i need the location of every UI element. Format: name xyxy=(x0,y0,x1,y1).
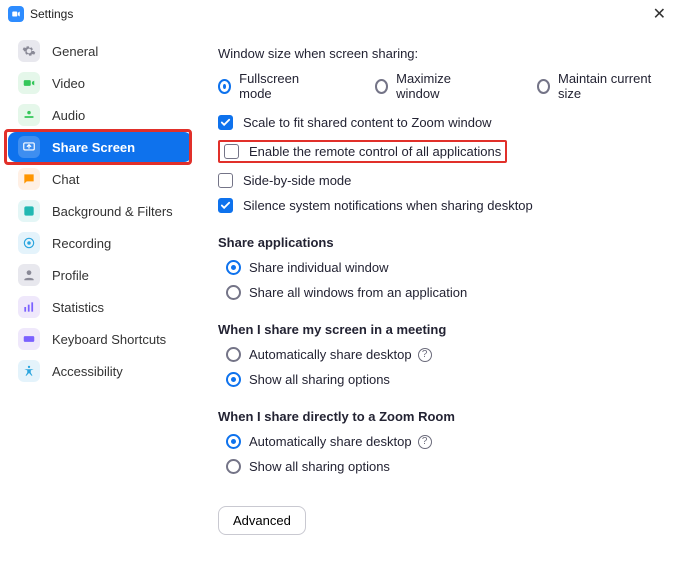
radio-label: Fullscreen mode xyxy=(239,71,319,101)
radio-label: Maximize window xyxy=(396,71,481,101)
window-size-label: Window size when screen sharing: xyxy=(218,46,658,61)
settings-sidebar: General Video Audio Share Screen Chat Ba… xyxy=(0,28,200,562)
sidebar-item-label: Background & Filters xyxy=(52,204,173,219)
radio-icon xyxy=(226,347,241,362)
gear-icon xyxy=(18,40,40,62)
help-icon[interactable]: ? xyxy=(418,348,432,362)
sidebar-item-label: Share Screen xyxy=(52,140,135,155)
radio-meeting-auto-share[interactable]: Automatically share desktop xyxy=(226,347,412,362)
highlight-remote-control-option: Enable the remote control of all applica… xyxy=(218,140,507,163)
radio-zoomroom-show-all[interactable]: Show all sharing options xyxy=(226,459,390,474)
sidebar-item-label: General xyxy=(52,44,98,59)
sidebar-item-label: Accessibility xyxy=(52,364,123,379)
checkbox-icon xyxy=(218,115,233,130)
radio-icon xyxy=(226,260,241,275)
close-icon[interactable]: ✕ xyxy=(647,2,672,26)
sidebar-item-label: Recording xyxy=(52,236,111,251)
share-screen-icon xyxy=(18,136,40,158)
sidebar-item-audio[interactable]: Audio xyxy=(8,100,192,130)
app-icon xyxy=(8,6,24,22)
checkbox-icon xyxy=(218,173,233,188)
checkbox-label: Silence system notifications when sharin… xyxy=(243,198,533,213)
advanced-button[interactable]: Advanced xyxy=(218,506,306,535)
radio-icon xyxy=(218,79,231,94)
video-icon xyxy=(18,72,40,94)
checkbox-label: Scale to fit shared content to Zoom wind… xyxy=(243,115,492,130)
recording-icon xyxy=(18,232,40,254)
checkbox-icon xyxy=(218,198,233,213)
sidebar-item-label: Video xyxy=(52,76,85,91)
sidebar-item-general[interactable]: General xyxy=(8,36,192,66)
checkbox-scale-to-fit[interactable]: Scale to fit shared content to Zoom wind… xyxy=(218,115,492,130)
radio-share-individual-window[interactable]: Share individual window xyxy=(226,260,388,275)
radio-icon xyxy=(226,434,241,449)
sidebar-item-accessibility[interactable]: Accessibility xyxy=(8,356,192,386)
sidebar-item-label: Profile xyxy=(52,268,89,283)
radio-share-all-windows[interactable]: Share all windows from an application xyxy=(226,285,467,300)
radio-fullscreen-mode[interactable]: Fullscreen mode xyxy=(218,71,319,101)
radio-maximize-window[interactable]: Maximize window xyxy=(375,71,481,101)
statistics-icon xyxy=(18,296,40,318)
sidebar-item-share-screen[interactable]: Share Screen xyxy=(8,132,192,162)
sidebar-item-video[interactable]: Video xyxy=(8,68,192,98)
radio-icon xyxy=(226,285,241,300)
radio-icon xyxy=(375,79,388,94)
sidebar-item-chat[interactable]: Chat xyxy=(8,164,192,194)
checkbox-silence-notifications[interactable]: Silence system notifications when sharin… xyxy=(218,198,533,213)
checkbox-icon xyxy=(224,144,239,159)
radio-label: Show all sharing options xyxy=(249,459,390,474)
sidebar-item-keyboard-shortcuts[interactable]: Keyboard Shortcuts xyxy=(8,324,192,354)
settings-panel-share-screen: Window size when screen sharing: Fullscr… xyxy=(200,28,680,562)
radio-icon xyxy=(226,372,241,387)
chat-icon xyxy=(18,168,40,190)
sidebar-item-label: Keyboard Shortcuts xyxy=(52,332,166,347)
checkbox-enable-remote-control[interactable]: Enable the remote control of all applica… xyxy=(224,144,501,159)
window-size-radio-group: Fullscreen mode Maximize window Maintain… xyxy=(218,71,658,101)
radio-label: Automatically share desktop xyxy=(249,347,412,362)
radio-icon xyxy=(537,79,550,94)
radio-icon xyxy=(226,459,241,474)
radio-label: Share individual window xyxy=(249,260,388,275)
sidebar-item-background-filters[interactable]: Background & Filters xyxy=(8,196,192,226)
checkbox-label: Enable the remote control of all applica… xyxy=(249,144,501,159)
accessibility-icon xyxy=(18,360,40,382)
window-title: Settings xyxy=(30,7,73,21)
radio-label: Automatically share desktop xyxy=(249,434,412,449)
checkbox-side-by-side[interactable]: Side-by-side mode xyxy=(218,173,351,188)
keyboard-icon xyxy=(18,328,40,350)
profile-icon xyxy=(18,264,40,286)
radio-zoomroom-auto-share[interactable]: Automatically share desktop xyxy=(226,434,412,449)
radio-label: Maintain current size xyxy=(558,71,658,101)
share-zoom-room-heading: When I share directly to a Zoom Room xyxy=(218,409,658,424)
sidebar-item-label: Chat xyxy=(52,172,79,187)
sidebar-item-label: Statistics xyxy=(52,300,104,315)
sidebar-item-profile[interactable]: Profile xyxy=(8,260,192,290)
sidebar-item-recording[interactable]: Recording xyxy=(8,228,192,258)
title-bar: Settings ✕ xyxy=(0,0,680,28)
radio-meeting-show-all[interactable]: Show all sharing options xyxy=(226,372,390,387)
radio-maintain-current-size[interactable]: Maintain current size xyxy=(537,71,658,101)
radio-label: Share all windows from an application xyxy=(249,285,467,300)
background-filters-icon xyxy=(18,200,40,222)
radio-label: Show all sharing options xyxy=(249,372,390,387)
sidebar-item-label: Audio xyxy=(52,108,85,123)
share-meeting-heading: When I share my screen in a meeting xyxy=(218,322,658,337)
help-icon[interactable]: ? xyxy=(418,435,432,449)
sidebar-item-statistics[interactable]: Statistics xyxy=(8,292,192,322)
checkbox-label: Side-by-side mode xyxy=(243,173,351,188)
share-applications-heading: Share applications xyxy=(218,235,658,250)
audio-icon xyxy=(18,104,40,126)
